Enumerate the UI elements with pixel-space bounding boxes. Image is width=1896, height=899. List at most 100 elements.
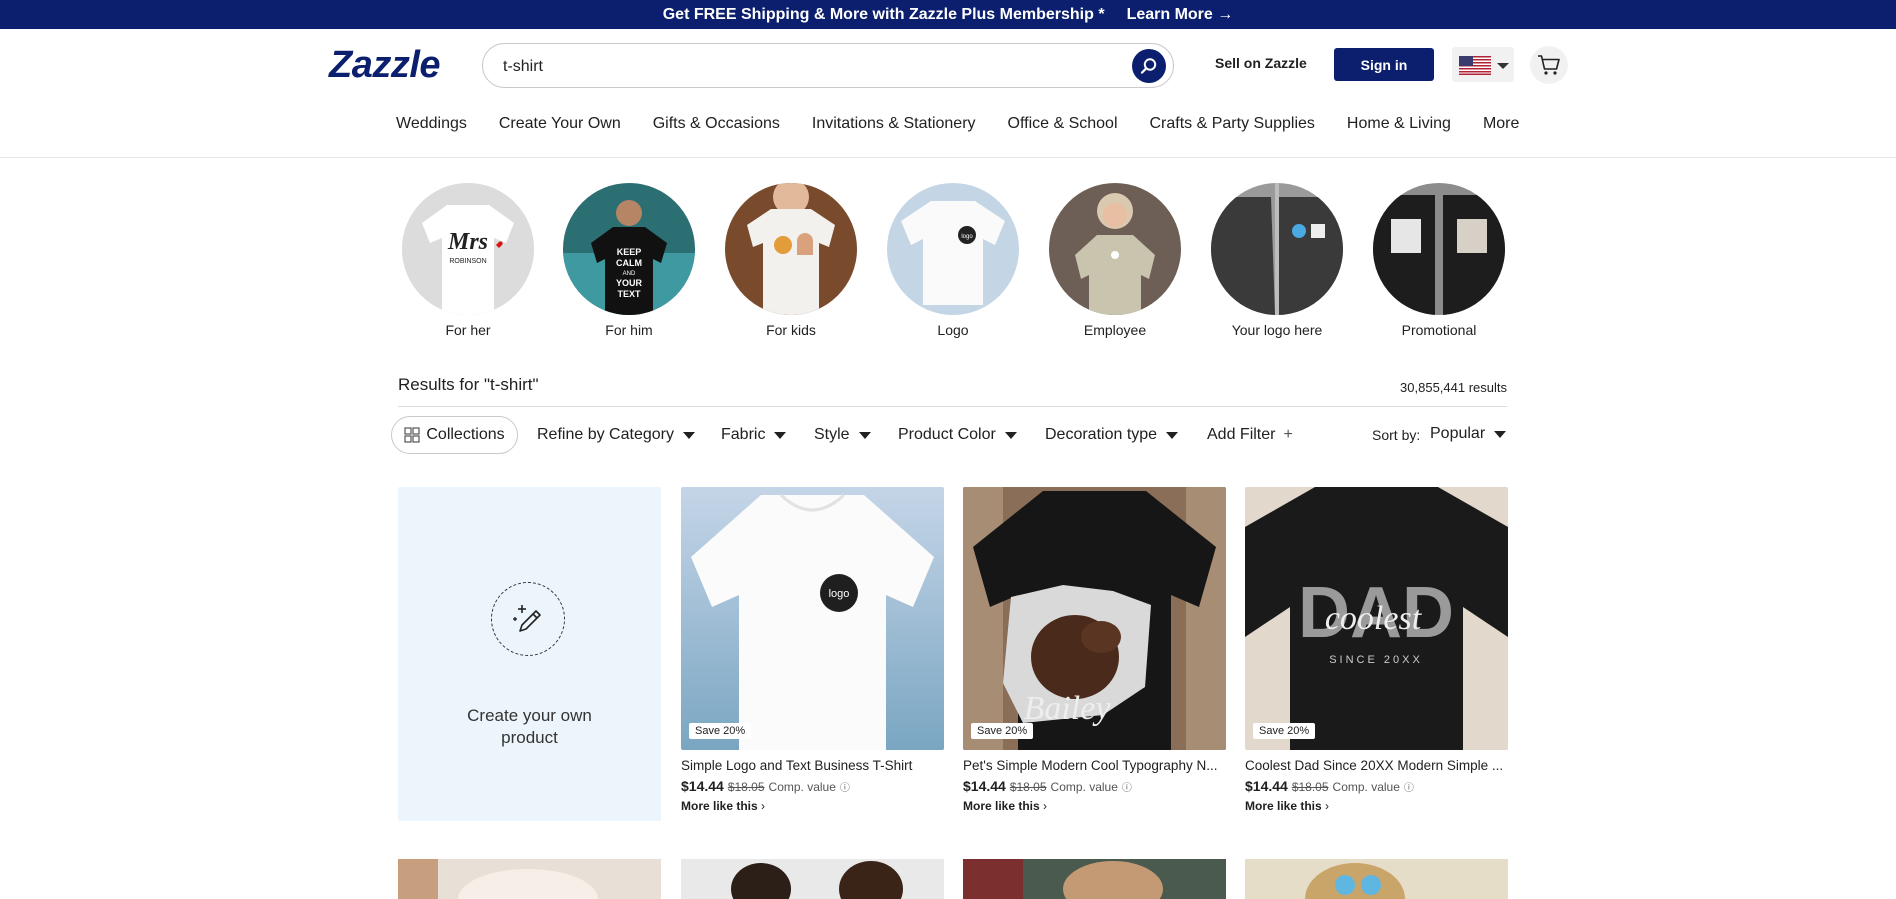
add-filter-button[interactable]: Add Filter + [1207,426,1293,444]
collections-button[interactable]: Collections [391,416,518,454]
product-card[interactable]: DAD coolest SINCE 20XX Save 20% Coolest … [1245,487,1508,813]
sort-dropdown[interactable]: Popular [1430,425,1507,443]
category-image: Mrs ROBINSON [402,183,534,315]
nav-weddings[interactable]: Weddings [396,115,467,133]
product-image[interactable] [1245,859,1508,899]
sell-on-zazzle-link[interactable]: Sell on Zazzle [1215,55,1307,71]
product-image[interactable]: Bailey Save 20% [963,487,1226,750]
zazzle-logo[interactable]: Zazzle [329,44,441,87]
category-for-him[interactable]: KEEP CALM AND YOUR TEXT For him [563,183,695,338]
price-was: $18.05 [727,780,765,794]
product-name[interactable]: Coolest Dad Since 20XX Modern Simple ... [1245,758,1508,773]
promo-text: Get FREE Shipping & More with Zazzle Plu… [662,5,1105,23]
sort-by-label: Sort by: [1372,427,1421,443]
chevron-down-icon [1004,431,1017,439]
filter-style[interactable]: Style [814,426,871,444]
more-like-this-link[interactable]: More like this › [1245,799,1508,813]
info-icon[interactable]: ⓘ [1404,779,1414,794]
filter-label: Product Color [898,426,996,443]
nav-create-your-own[interactable]: Create Your Own [499,115,621,133]
product-price: $14.44 $18.05 Comp. value ⓘ [681,778,944,794]
category-image [1211,183,1343,315]
filter-decoration-type[interactable]: Decoration type [1045,426,1179,444]
more-like-this-link[interactable]: More like this › [963,799,1226,813]
search-button[interactable] [1132,49,1166,83]
shirt-print-calm: CALM [616,258,642,268]
grid-icon [404,427,420,443]
category-your-logo-here[interactable]: Your logo here [1211,183,1343,338]
category-promotional[interactable]: Promotional [1373,183,1505,338]
filter-label: Refine by Category [537,426,674,443]
cart-icon [1538,55,1560,75]
price-was: $18.05 [1291,780,1329,794]
comp-value-label: Comp. value [1332,780,1400,794]
sign-in-button[interactable]: Sign in [1334,48,1434,81]
category-logo[interactable]: logo Logo [887,183,1019,338]
main-nav: Weddings Create Your Own Gifts & Occasio… [396,115,1551,133]
product-image[interactable] [398,859,661,899]
category-image [1049,183,1181,315]
shirt-print-your: YOUR [616,278,643,288]
product-print-coolest: coolest [1325,600,1423,637]
cart-button[interactable] [1530,46,1568,84]
filter-product-color[interactable]: Product Color [898,426,1017,444]
more-like-this-label: More like this [963,799,1040,813]
nav-crafts-party-supplies[interactable]: Crafts & Party Supplies [1150,115,1315,133]
nav-more[interactable]: More [1483,115,1519,133]
more-like-this-label: More like this [681,799,758,813]
category-image: logo [887,183,1019,315]
product-name[interactable]: Pet's Simple Modern Cool Typography N... [963,758,1226,773]
price-was: $18.05 [1009,780,1047,794]
learn-more-link[interactable]: Learn More → [1127,6,1234,24]
category-label: Logo [937,322,969,338]
save-badge: Save 20% [1253,723,1316,739]
results-count: 30,855,441 results [1400,380,1507,395]
comp-value-label: Comp. value [1050,780,1118,794]
product-card[interactable]: logo Save 20% Simple Logo and Text Busin… [681,487,944,813]
chevron-right-icon: › [1325,799,1330,813]
price-now: $14.44 [963,778,1006,794]
product-image[interactable]: DAD coolest SINCE 20XX Save 20% [1245,487,1508,750]
chevron-down-icon [1494,430,1507,438]
category-label: For her [445,322,491,338]
magic-pencil-icon [513,605,541,632]
country-selector[interactable] [1452,47,1514,82]
nav-gifts-occasions[interactable]: Gifts & Occasions [653,115,780,133]
product-image[interactable] [681,859,944,899]
product-image[interactable] [963,859,1226,899]
category-image [1373,183,1505,315]
product-image[interactable]: logo Save 20% [681,487,944,750]
nav-home-living[interactable]: Home & Living [1347,115,1451,133]
plus-icon: + [1283,426,1293,443]
filter-label: Fabric [721,426,766,443]
nav-office-school[interactable]: Office & School [1008,115,1118,133]
chevron-down-icon [1166,431,1179,439]
nav-invitations-stationery[interactable]: Invitations & Stationery [812,115,976,133]
filter-refine-by-category[interactable]: Refine by Category [537,426,695,444]
product-print-logo: logo [829,588,850,600]
category-label: For kids [766,322,816,338]
price-now: $14.44 [1245,778,1288,794]
info-icon[interactable]: ⓘ [840,779,850,794]
search-input[interactable] [501,54,1105,80]
results-title: Results for "t-shirt" [398,375,539,394]
comp-value-label: Comp. value [768,780,836,794]
save-badge: Save 20% [689,723,752,739]
chevron-down-icon [774,431,787,439]
chevron-down-icon [1497,63,1509,69]
filter-fabric[interactable]: Fabric [721,426,787,444]
save-badge: Save 20% [971,723,1034,739]
shirt-print-logo: logo [961,234,973,240]
product-card[interactable]: Bailey Save 20% Pet's Simple Modern Cool… [963,487,1226,813]
info-icon[interactable]: ⓘ [1122,779,1132,794]
search-bar[interactable] [482,43,1174,88]
shirt-print-and: AND [623,271,636,277]
category-for-kids[interactable]: For kids [725,183,857,338]
category-label: Promotional [1401,322,1477,338]
product-name[interactable]: Simple Logo and Text Business T-Shirt [681,758,944,773]
more-like-this-link[interactable]: More like this › [681,799,944,813]
category-for-her[interactable]: Mrs ROBINSON For her [402,183,534,338]
create-your-own-tile[interactable]: Create your own product [398,487,661,821]
results-divider [398,406,1507,407]
category-employee[interactable]: Employee [1049,183,1181,338]
